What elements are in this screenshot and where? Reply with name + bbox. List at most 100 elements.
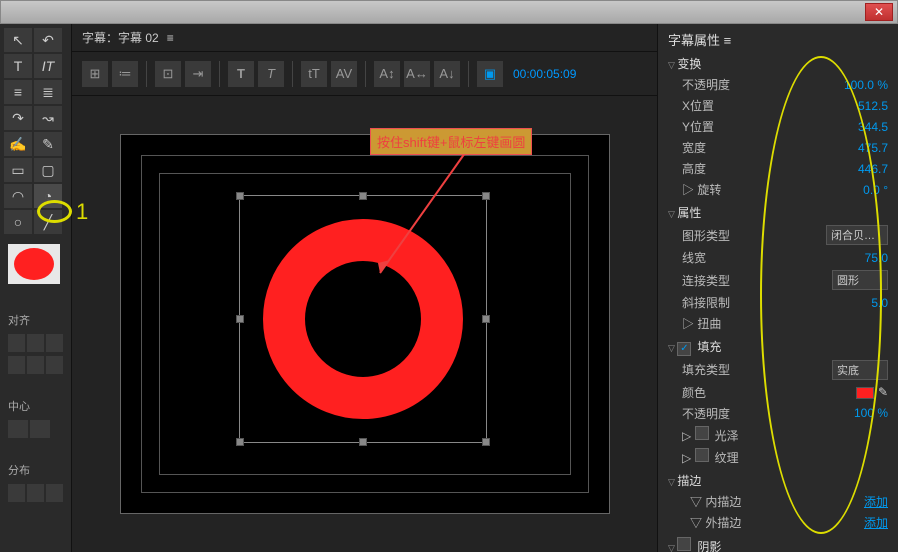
- size-btn[interactable]: tT: [301, 61, 327, 87]
- width-value[interactable]: 475.7: [858, 141, 888, 155]
- align-btn[interactable]: [8, 334, 25, 352]
- resize-handle[interactable]: [482, 438, 490, 446]
- rotation-label: ▷ 旋转: [682, 181, 721, 198]
- fill-opacity-value[interactable]: 100 %: [854, 406, 888, 420]
- rect-tool[interactable]: ▭: [4, 158, 32, 182]
- fill-section[interactable]: ✓填充: [668, 338, 888, 356]
- align-btn[interactable]: [27, 334, 44, 352]
- kerning-btn[interactable]: AV: [331, 61, 357, 87]
- canvas-title: 字幕：字幕 02: [82, 29, 159, 46]
- bold-btn[interactable]: T: [228, 61, 254, 87]
- fill-color-label: 颜色: [682, 384, 706, 401]
- opacity-value[interactable]: 100.0 %: [844, 78, 888, 92]
- align-btn[interactable]: [46, 356, 63, 374]
- roll-btn[interactable]: ≔: [112, 61, 138, 87]
- miter-value[interactable]: 5.0: [871, 296, 888, 310]
- attributes-section[interactable]: 属性: [668, 204, 888, 221]
- align-btn[interactable]: [8, 356, 25, 374]
- selection-tool[interactable]: ↖: [4, 28, 32, 52]
- join-type-select[interactable]: 圆形: [832, 270, 888, 290]
- align-panel-title: 对齐: [8, 312, 63, 328]
- distort-label[interactable]: ▷ 扭曲: [682, 315, 721, 332]
- selection-bbox[interactable]: [239, 195, 487, 443]
- type-tool[interactable]: T: [4, 54, 32, 78]
- outer-stroke-label[interactable]: ▽ 外描边: [690, 514, 741, 531]
- center-btn[interactable]: [8, 420, 28, 438]
- timecode[interactable]: 00:00:05:09: [513, 67, 576, 81]
- eyedropper-icon[interactable]: ✎: [878, 385, 888, 399]
- rotation-value[interactable]: 0.0 °: [863, 183, 888, 197]
- stroke-section[interactable]: 描边: [668, 472, 888, 489]
- resize-handle[interactable]: [482, 192, 490, 200]
- annotation-number-1: 1: [76, 199, 88, 225]
- wedge-tool[interactable]: ◠: [4, 184, 32, 208]
- panel-menu-icon[interactable]: ≡: [167, 31, 174, 45]
- tutorial-annotation: 按住shift键+鼠标左键画圆: [370, 128, 532, 155]
- vertical-type-tool[interactable]: IT: [34, 54, 62, 78]
- fill-opacity-label: 不透明度: [682, 405, 730, 422]
- fill-type-label: 填充类型: [682, 361, 730, 378]
- canvas-viewport[interactable]: [72, 96, 657, 552]
- properties-panel: 字幕属性 ≡ 变换 不透明度100.0 % X位置512.5 Y位置344.5 …: [658, 24, 898, 552]
- canvas-toolbar: ⊞ ≔ ⊡ ⇥ T T tT AV A↕ A↔ A↓ ▣ 00:00:05:09: [72, 52, 657, 96]
- add-outer-stroke[interactable]: 添加: [864, 514, 888, 531]
- italic-btn[interactable]: T: [258, 61, 284, 87]
- track-btn[interactable]: A↔: [404, 61, 430, 87]
- shape-type-select[interactable]: 闭合贝…: [826, 225, 888, 245]
- opacity-label: 不透明度: [682, 76, 730, 93]
- height-value[interactable]: 446.7: [858, 162, 888, 176]
- eyedropper2-tool[interactable]: ✎: [34, 132, 62, 156]
- gloss-checkbox[interactable]: [695, 426, 709, 440]
- undo-tool[interactable]: ↶: [34, 28, 62, 52]
- add-inner-stroke[interactable]: 添加: [864, 493, 888, 510]
- close-button[interactable]: ✕: [865, 3, 893, 21]
- fill-color-swatch[interactable]: [856, 387, 874, 399]
- ellipse-tool[interactable]: ○: [4, 210, 32, 234]
- distribute-panel-title: 分布: [8, 462, 63, 478]
- show-video-btn[interactable]: ▣: [477, 61, 503, 87]
- tab-btn[interactable]: ⇥: [185, 61, 211, 87]
- ring-shape[interactable]: [263, 219, 463, 419]
- texture-label[interactable]: ▷ 纹理: [682, 448, 739, 466]
- xpos-value[interactable]: 512.5: [858, 99, 888, 113]
- shadow-section[interactable]: 阴影: [668, 537, 888, 552]
- linewidth-label: 线宽: [682, 249, 706, 266]
- para-tool[interactable]: ≡: [4, 80, 32, 104]
- align-btn[interactable]: [27, 356, 44, 374]
- ypos-value[interactable]: 344.5: [858, 120, 888, 134]
- annotation-circle-1: [37, 200, 72, 223]
- baseline-btn[interactable]: A↓: [434, 61, 460, 87]
- transform-section[interactable]: 变换: [668, 55, 888, 72]
- texture-checkbox[interactable]: [695, 448, 709, 462]
- dist-btn[interactable]: [46, 484, 63, 502]
- lead-btn[interactable]: A↕: [374, 61, 400, 87]
- resize-handle[interactable]: [359, 192, 367, 200]
- shape-type-label: 图形类型: [682, 227, 730, 244]
- center-btn[interactable]: [30, 420, 50, 438]
- resize-handle[interactable]: [236, 438, 244, 446]
- resize-handle[interactable]: [236, 192, 244, 200]
- snap-btn[interactable]: ⊡: [155, 61, 181, 87]
- inner-stroke-label[interactable]: ▽ 内描边: [690, 493, 741, 510]
- dist-btn[interactable]: [8, 484, 25, 502]
- pen-tool[interactable]: ↷: [4, 106, 32, 130]
- dist-btn[interactable]: [27, 484, 44, 502]
- resize-handle[interactable]: [482, 315, 490, 323]
- fill-type-select[interactable]: 实底: [832, 360, 888, 380]
- align-btn[interactable]: [46, 334, 63, 352]
- eyedropper-tool[interactable]: ✍: [4, 132, 32, 156]
- fill-checkbox[interactable]: ✓: [677, 342, 691, 356]
- linewidth-value[interactable]: 75.0: [865, 251, 888, 265]
- para2-tool[interactable]: ≣: [34, 80, 62, 104]
- resize-handle[interactable]: [359, 438, 367, 446]
- template-btn[interactable]: ⊞: [82, 61, 108, 87]
- round-rect-tool[interactable]: ▢: [34, 158, 62, 182]
- resize-handle[interactable]: [236, 315, 244, 323]
- join-type-label: 连接类型: [682, 272, 730, 289]
- miter-label: 斜接限制: [682, 294, 730, 311]
- pen2-tool[interactable]: ↝: [34, 106, 62, 130]
- gloss-label[interactable]: ▷ 光泽: [682, 426, 739, 444]
- width-label: 宽度: [682, 139, 706, 156]
- color-preview[interactable]: [8, 244, 60, 284]
- shadow-checkbox[interactable]: [677, 537, 691, 551]
